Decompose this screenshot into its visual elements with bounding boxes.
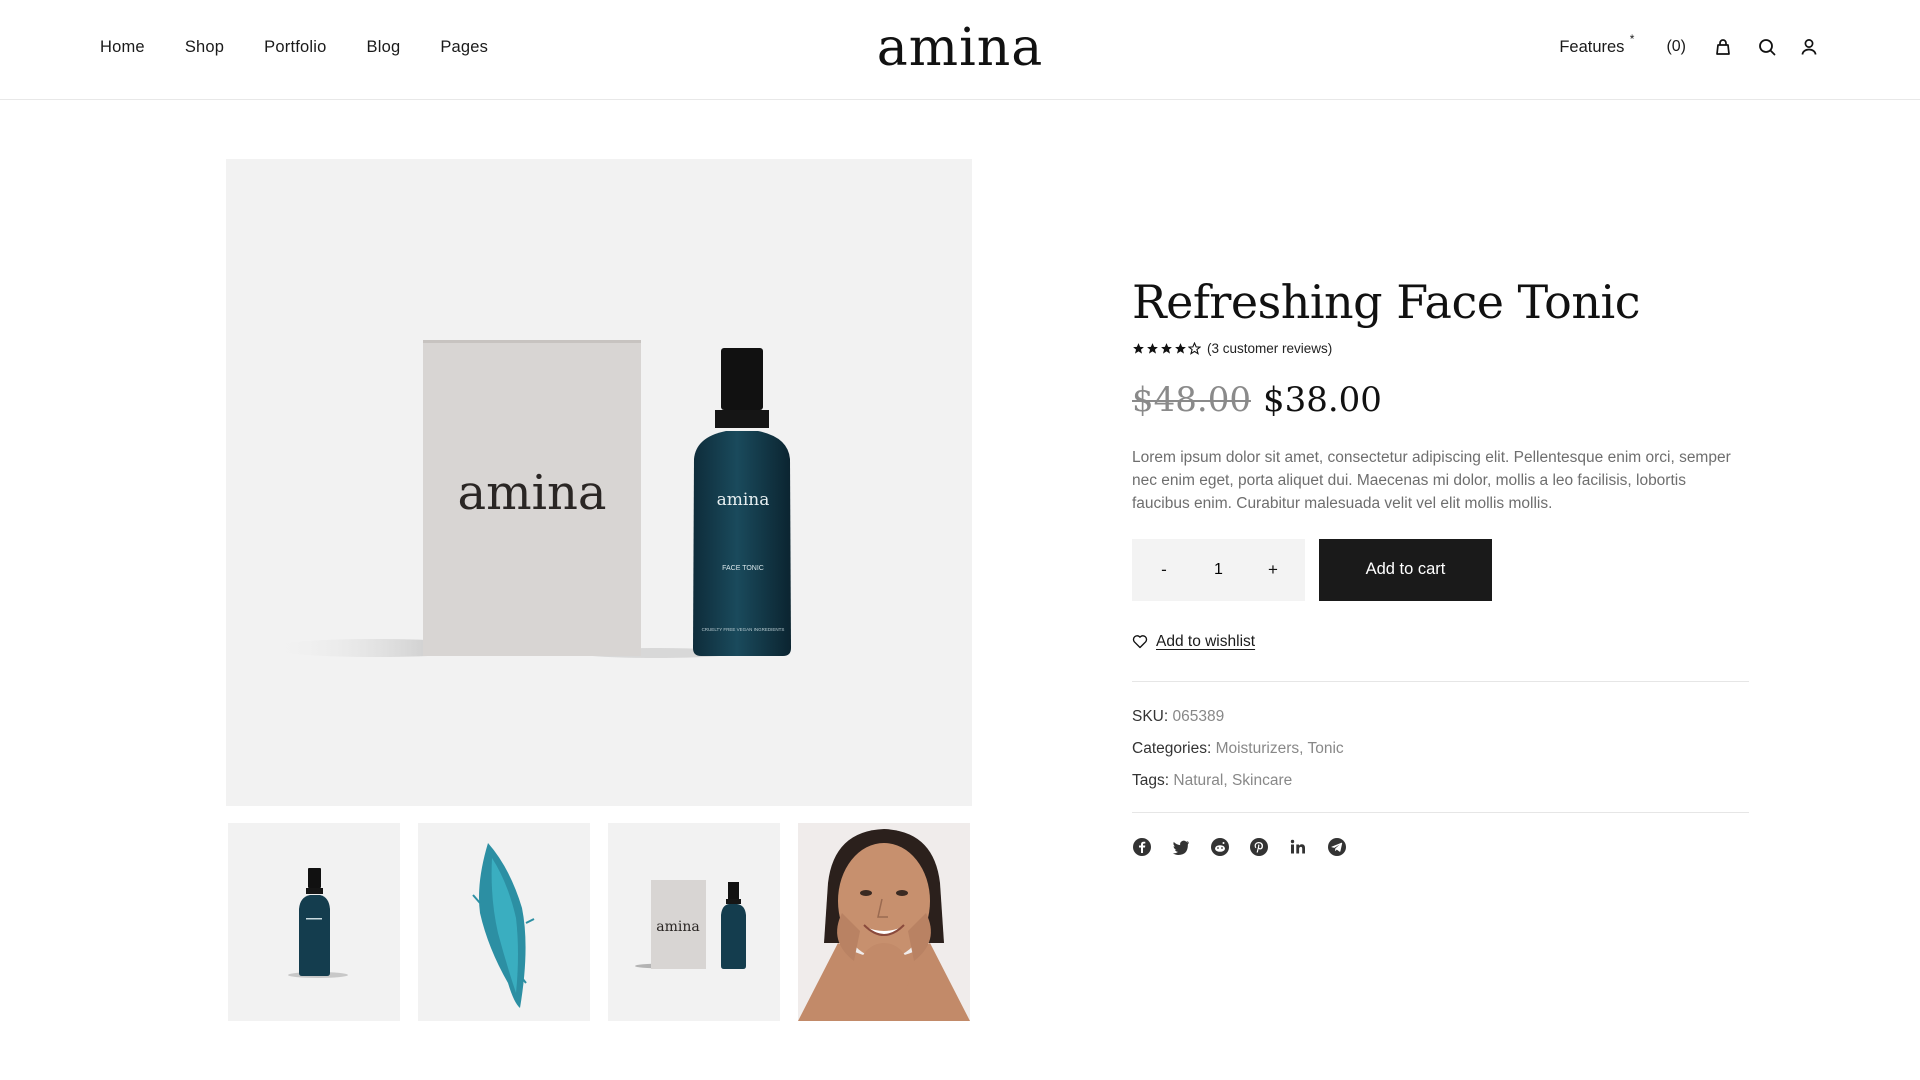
pinterest-icon[interactable]	[1249, 837, 1269, 857]
old-price: $48.00	[1132, 379, 1251, 420]
rating-stars	[1132, 341, 1201, 355]
bottle-logo: amina	[717, 490, 770, 510]
nav-home[interactable]: Home	[100, 38, 145, 57]
features-mark: *	[1629, 31, 1635, 46]
wishlist-label: Add to wishlist	[1156, 632, 1256, 650]
star-filled-icon	[1147, 342, 1158, 354]
sku-value: 065389	[1172, 707, 1225, 725]
linkedin-icon[interactable]	[1288, 837, 1308, 857]
tag-link-skincare[interactable]: Skincare	[1232, 772, 1292, 789]
divider	[1132, 811, 1749, 813]
reddit-icon[interactable]	[1210, 837, 1230, 857]
star-filled-icon	[1161, 342, 1172, 354]
features-menu[interactable]: Features *	[1559, 32, 1634, 57]
tags-row: Tags: Natural, Skincare	[1132, 771, 1293, 789]
product-summary: Refreshing Face Tonic (3 customer review…	[1132, 276, 1749, 857]
add-to-cart-form: - + Add to cart	[1132, 538, 1749, 601]
add-to-wishlist-link[interactable]: Add to wishlist	[1132, 633, 1749, 651]
telegram-icon[interactable]	[1327, 837, 1347, 857]
category-link-tonic[interactable]: Tonic	[1307, 740, 1343, 757]
categories-label: Categories:	[1132, 739, 1212, 757]
header-actions: Features * (0)	[1559, 32, 1820, 58]
user-icon[interactable]	[1798, 36, 1820, 58]
nav-shop[interactable]: Shop	[185, 38, 224, 57]
product-description: Lorem ipsum dolor sit amet, consectetur …	[1132, 448, 1731, 512]
thumbnail-bottle[interactable]	[228, 823, 400, 1021]
main-product-illustration: amina amina FACE TONIC CRUELTY FREE VEGA…	[266, 340, 791, 658]
thumbnail-strip: amina	[228, 823, 970, 1021]
share-links	[1132, 837, 1749, 857]
product-price: $48.00 $38.00	[1132, 380, 1749, 420]
tag-link-natural[interactable]: Natural	[1173, 772, 1223, 789]
categories-row: Categories: Moisturizers, Tonic	[1132, 739, 1344, 757]
heart-icon	[1132, 635, 1148, 649]
tags-label: Tags:	[1132, 771, 1170, 789]
main-nav: Home Shop Portfolio Blog Pages	[100, 38, 488, 57]
sale-price: $38.00	[1262, 379, 1382, 420]
twitter-icon[interactable]	[1171, 837, 1191, 857]
product-title: Refreshing Face Tonic	[1132, 275, 1640, 329]
star-filled-icon	[1133, 342, 1144, 354]
main-product-image[interactable]: amina amina FACE TONIC CRUELTY FREE VEGA…	[226, 159, 972, 806]
features-label: Features	[1559, 37, 1625, 56]
svg-text:amina: amina	[656, 919, 699, 935]
quantity-increase-button[interactable]: +	[1261, 560, 1285, 580]
nav-blog[interactable]: Blog	[367, 38, 401, 57]
site-header: Home Shop Portfolio Blog Pages amina Fea…	[0, 0, 1920, 100]
quantity-input[interactable]	[1198, 560, 1239, 579]
site-logo[interactable]: amina	[877, 18, 1043, 78]
cart-count[interactable]: (0)	[1666, 38, 1686, 56]
product-meta: SKU: 065389 Categories: Moisturizers, To…	[1132, 708, 1749, 790]
nav-portfolio[interactable]: Portfolio	[264, 38, 326, 57]
nav-pages[interactable]: Pages	[440, 38, 488, 57]
sku-row: SKU: 065389	[1132, 708, 1749, 726]
star-empty-icon	[1188, 341, 1201, 355]
bottle-label: FACE TONIC	[722, 565, 764, 572]
product-rating: (3 customer reviews)	[1132, 341, 1749, 356]
thumbnail-box-and-bottle[interactable]: amina	[608, 823, 780, 1021]
box-logo: amina	[457, 465, 606, 521]
divider	[1132, 680, 1749, 682]
search-icon[interactable]	[1756, 36, 1778, 58]
customer-reviews-link[interactable]: (3 customer reviews)	[1207, 341, 1332, 356]
bottle-small-print: CRUELTY FREE VEGAN INGREDIENTS	[702, 627, 785, 632]
facebook-icon[interactable]	[1132, 837, 1152, 857]
category-link-moisturizers[interactable]: Moisturizers	[1216, 740, 1300, 757]
add-to-cart-button[interactable]: Add to cart	[1319, 538, 1492, 601]
thumbnail-model-photo[interactable]	[798, 823, 970, 1021]
shopping-bag-icon[interactable]	[1712, 36, 1734, 58]
quantity-stepper: - +	[1132, 538, 1305, 601]
star-filled-icon	[1175, 342, 1186, 354]
quantity-decrease-button[interactable]: -	[1152, 560, 1176, 580]
thumbnail-liquid-splash[interactable]	[418, 823, 590, 1021]
sku-label: SKU:	[1132, 707, 1169, 725]
